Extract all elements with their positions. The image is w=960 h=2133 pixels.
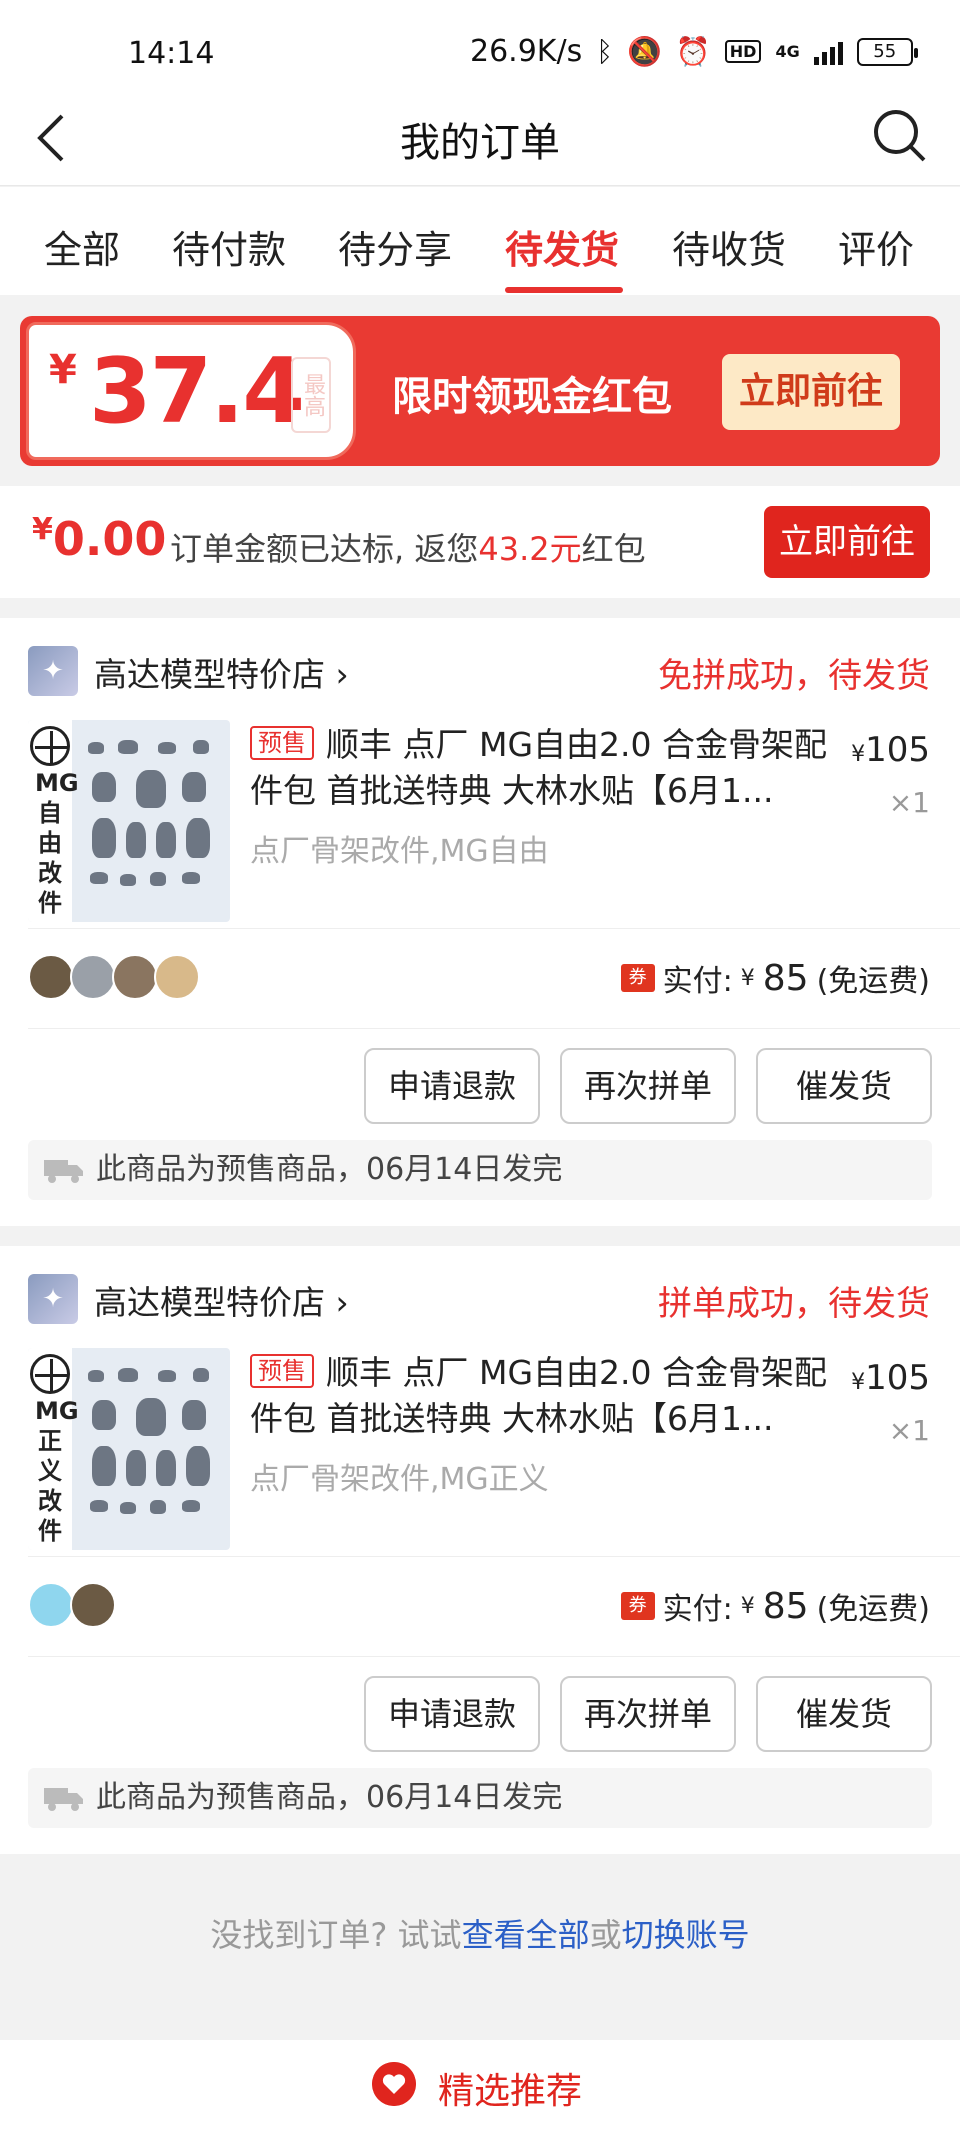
status-time: 14:14 bbox=[128, 36, 215, 71]
tab-review[interactable]: 评价 bbox=[838, 219, 914, 274]
order-card: ✦ 高达模型特价店 › 拼单成功，待发货 MG正义改件 顺丰 点厂 MG自由2.… bbox=[0, 1246, 960, 1854]
avatar bbox=[70, 954, 116, 1000]
divider bbox=[28, 1028, 960, 1029]
bluetooth-icon: ᛒ bbox=[596, 35, 614, 68]
active-tab-indicator bbox=[505, 287, 623, 293]
page-title: 我的订单 bbox=[400, 120, 560, 166]
banner-max-tag: 最高 bbox=[291, 357, 331, 433]
coupon-icon: 券 bbox=[620, 964, 655, 992]
payment-summary: 券 实付: ¥85 (免运费) bbox=[620, 956, 930, 1000]
paid-amount: 85 bbox=[762, 957, 809, 999]
product-title[interactable]: 顺丰 点厂 MG自由2.0 合金骨架配件包 首批送特典 大林水贴【6月1... bbox=[250, 1350, 830, 1442]
nav-bar: 我的订单 bbox=[0, 90, 960, 186]
crosshair-logo-icon bbox=[30, 726, 70, 766]
recommend-header: 精选推荐 bbox=[0, 2040, 960, 2133]
rebate-go-button[interactable]: 立即前往 bbox=[764, 506, 930, 578]
divider bbox=[28, 1656, 960, 1657]
avatar bbox=[70, 1582, 116, 1628]
parts-image bbox=[78, 732, 224, 912]
product-thumbnail[interactable]: MG正义改件 bbox=[28, 1348, 230, 1550]
rebate-text: 订单金额已达标, 返您43.2元红包 bbox=[170, 530, 646, 568]
avatar bbox=[112, 954, 158, 1000]
hd-icon: HD bbox=[724, 40, 762, 63]
avatar bbox=[28, 1582, 74, 1628]
order-status: 拼单成功，待发货 bbox=[658, 1284, 930, 1324]
product-price: ¥105 bbox=[851, 1358, 930, 1398]
parts-image bbox=[78, 1360, 224, 1540]
shop-name[interactable]: 高达模型特价店 › bbox=[94, 648, 349, 696]
group-member-avatars bbox=[28, 1582, 116, 1628]
tab-pending-shipment[interactable]: 待发货 bbox=[505, 219, 619, 274]
tab-pending-payment[interactable]: 待付款 bbox=[172, 219, 286, 274]
mute-icon: 🔕 bbox=[627, 35, 662, 68]
product-spec: 点厂骨架改件,MG正义 bbox=[250, 1462, 549, 1497]
product-price: ¥105 bbox=[851, 730, 930, 770]
search-icon[interactable] bbox=[868, 104, 932, 168]
view-all-link[interactable]: 查看全部 bbox=[462, 1916, 590, 1954]
chevron-right-icon: › bbox=[335, 1283, 349, 1322]
recommend-title: 精选推荐 bbox=[438, 2071, 583, 2112]
urge-shipment-button[interactable]: 催发货 bbox=[756, 1048, 932, 1124]
banner-text: 限时领现金红包 bbox=[392, 374, 672, 420]
banner-go-button[interactable]: 立即前往 bbox=[722, 354, 900, 430]
paid-amount: 85 bbox=[762, 1585, 809, 1627]
battery-icon: 55 bbox=[856, 37, 918, 66]
order-tabs: 全部 待付款 待分享 待发货 待收货 评价 bbox=[0, 187, 960, 295]
truck-icon bbox=[44, 1788, 83, 1811]
tab-pending-share[interactable]: 待分享 bbox=[338, 219, 452, 274]
refund-button[interactable]: 申请退款 bbox=[364, 1048, 540, 1124]
chevron-right-icon: › bbox=[335, 655, 349, 694]
shop-avatar[interactable]: ✦ bbox=[28, 646, 78, 696]
alarm-icon: ⏰ bbox=[675, 35, 711, 68]
avatar bbox=[154, 954, 200, 1000]
product-title[interactable]: 顺丰 点厂 MG自由2.0 合金骨架配件包 首批送特典 大林水贴【6月1... bbox=[250, 722, 830, 814]
status-bar: 14:14 26.9K/s ᛒ 🔕 ⏰ HD 4G 55 bbox=[0, 0, 960, 90]
urge-shipment-button[interactable]: 催发货 bbox=[756, 1676, 932, 1752]
rebate-row: ¥0.00 订单金额已达标, 返您43.2元红包 立即前往 bbox=[0, 486, 960, 598]
product-quantity: ×1 bbox=[888, 786, 930, 819]
presale-notice: 此商品为预售商品，06月14日发完 bbox=[28, 1140, 932, 1200]
presale-tag: 预售 bbox=[250, 1354, 314, 1388]
regroup-button[interactable]: 再次拼单 bbox=[560, 1048, 736, 1124]
refund-button[interactable]: 申请退款 bbox=[364, 1676, 540, 1752]
signal-icon bbox=[813, 39, 843, 65]
order-status: 免拼成功，待发货 bbox=[658, 656, 930, 696]
order-card: ✦ 高达模型特价店 › 免拼成功，待发货 MG自由改件 顺丰 点厂 MG自由2.… bbox=[0, 618, 960, 1226]
heart-icon bbox=[372, 2062, 416, 2106]
product-quantity: ×1 bbox=[888, 1414, 930, 1447]
divider bbox=[28, 928, 960, 929]
group-member-avatars bbox=[28, 954, 200, 1000]
shop-name[interactable]: 高达模型特价店 › bbox=[94, 1276, 349, 1324]
product-thumbnail[interactable]: MG自由改件 bbox=[28, 720, 230, 922]
banner-amount-card: ¥ 37.4 最高 bbox=[26, 322, 356, 460]
crosshair-logo-icon bbox=[30, 1354, 70, 1394]
network-type: 4G bbox=[775, 42, 800, 61]
tab-all[interactable]: 全部 bbox=[44, 219, 120, 274]
truck-icon bbox=[44, 1160, 83, 1183]
coupon-icon: 券 bbox=[620, 1592, 655, 1620]
banner-amount: 37.4 bbox=[89, 339, 305, 444]
not-found-hint: 没找到订单? 试试查看全部或切换账号 bbox=[210, 1916, 750, 1954]
tab-pending-receipt[interactable]: 待收货 bbox=[672, 219, 786, 274]
switch-account-link[interactable]: 切换账号 bbox=[622, 1916, 750, 1954]
divider bbox=[28, 1556, 960, 1557]
red-packet-banner[interactable]: ¥ 37.4 最高 限时领现金红包 立即前往 bbox=[20, 316, 940, 466]
shop-avatar[interactable]: ✦ bbox=[28, 1274, 78, 1324]
product-spec: 点厂骨架改件,MG自由 bbox=[250, 834, 549, 869]
net-speed: 26.9K/s bbox=[470, 34, 583, 69]
status-icons: 26.9K/s ᛒ 🔕 ⏰ HD 4G 55 bbox=[470, 34, 918, 69]
payment-summary: 券 实付: ¥85 (免运费) bbox=[620, 1584, 930, 1628]
avatar bbox=[28, 954, 74, 1000]
banner-currency: ¥ bbox=[49, 347, 77, 393]
rebate-amount: ¥0.00 bbox=[32, 512, 167, 566]
presale-notice: 此商品为预售商品，06月14日发完 bbox=[28, 1768, 932, 1828]
presale-tag: 预售 bbox=[250, 726, 314, 760]
regroup-button[interactable]: 再次拼单 bbox=[560, 1676, 736, 1752]
